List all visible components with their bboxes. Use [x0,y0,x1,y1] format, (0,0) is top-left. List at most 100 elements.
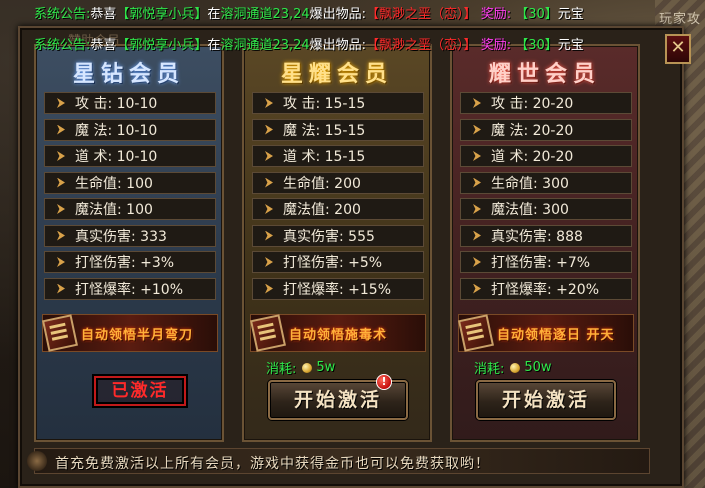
announce-location: 溶洞通道23,24 [220,7,310,22]
stat-text: 真实伤害: 333 [75,228,167,245]
tier-card-star-glory: 星耀会员 攻 击: 15-15 魔 法: 15-15 道 术: 15-15 生命… [242,44,432,442]
footer-text: 首充免费激活以上所有会员，游戏中获得金币也可以免费获取哟！ [55,456,490,472]
tier-title: 耀世会员 [488,61,601,87]
announce-player: 【郭悦享小兵】 [116,7,208,22]
cost-value: 50w [524,360,552,375]
arrow-icon [265,257,273,267]
stat-row: 攻 击: 15-15 [252,92,424,114]
arrow-icon [473,230,481,241]
stat-text: 打怪伤害: +5% [283,255,383,271]
stat-row: 打怪爆率: +10% [44,277,216,300]
arrow-icon [265,204,273,214]
coin-icon [510,362,521,373]
announce-verb: 恭喜 [90,7,117,22]
stat-row: 打怪爆率: +20% [460,277,632,300]
stat-row: 打怪伤害: +7% [460,251,632,273]
stat-row: 攻 击: 20-20 [460,92,632,114]
arrow-icon [473,204,481,214]
announce-reward-value: 【30】 [515,38,558,53]
arrow-icon [265,124,273,135]
announce-prefix: 系统公告: [34,38,91,53]
cost-value: 5w [316,360,336,375]
announce-currency: 元宝 [557,7,584,22]
activate-button[interactable]: 开始激活 [476,380,616,420]
stat-row: 生命值: 200 [252,171,424,194]
stat-row: 生命值: 100 [44,171,216,194]
stat-text: 魔法值: 100 [75,202,153,218]
skill-book-icon [458,314,494,352]
cost-label: 消耗: [474,362,505,377]
skill-book-icon [42,314,78,352]
arrow-icon [473,283,481,294]
stat-text: 道 术: 20-20 [491,149,574,165]
auto-skill-banner: 自动领悟逐日 开天 [458,314,634,352]
stat-text: 道 术: 10-10 [75,149,158,165]
scene-label: 玩家攻 [658,12,701,27]
stat-row: 道 术: 10-10 [44,145,216,167]
stat-row: 魔 法: 15-15 [252,118,424,141]
arrow-icon [57,204,65,214]
system-announcement: 系统公告:恭喜【郭悦享小兵】在溶洞通道23,24爆出物品:【飘渺之垩（恋）】 奖… [34,6,584,24]
announce-drop: 爆出物品: [309,38,367,53]
arrow-icon [473,98,481,108]
auto-skill-text: 自动领悟施毒术 [289,327,388,343]
arrow-icon [473,177,481,188]
stat-row: 魔法值: 100 [44,198,216,220]
auto-skill-banner: 自动领悟施毒术 [250,314,426,352]
stat-text: 生命值: 200 [283,175,361,192]
footer-bar: 首充免费激活以上所有会员，游戏中获得金币也可以免费获取哟！ [27,448,650,474]
stat-row: 魔法值: 300 [460,198,632,220]
arrow-icon [265,283,273,294]
arrow-icon [57,177,65,188]
cost-line: 消耗: 50w [474,358,552,377]
coin-icon [302,362,313,373]
arrow-icon [57,151,65,161]
announce-player: 【郭悦享小兵】 [116,38,208,53]
stat-row: 真实伤害: 333 [44,224,216,247]
stat-text: 攻 击: 10-10 [75,96,158,112]
announce-drop: 爆出物品: [309,7,367,22]
close-button[interactable]: ✕ [665,34,691,64]
announce-verb: 恭喜 [90,38,117,53]
arrow-icon [265,151,273,161]
stat-row: 攻 击: 10-10 [44,92,216,114]
announce-item: 【飘渺之垩（恋）】 [366,7,477,22]
arrow-icon [473,124,481,135]
stat-text: 道 术: 15-15 [283,149,366,165]
cost-label: 消耗: [266,362,297,377]
stat-list: 攻 击: 15-15 魔 法: 15-15 道 术: 15-15 生命值: 20… [252,92,424,304]
stat-text: 魔 法: 15-15 [283,122,366,139]
activated-stamp: 已激活 [94,376,186,406]
stat-row: 生命值: 300 [460,171,632,194]
stat-text: 打怪爆率: +15% [283,281,392,298]
tier-title: 星钻会员 [72,61,185,87]
stat-text: 真实伤害: 555 [283,228,375,245]
alert-icon: ! [376,374,392,390]
stat-row: 道 术: 15-15 [252,145,424,167]
stat-text: 生命值: 100 [75,175,153,192]
stat-text: 真实伤害: 888 [491,228,583,245]
stat-text: 魔 法: 20-20 [491,122,574,139]
arrow-icon [265,98,273,108]
cost-line: 消耗: 5w [266,358,335,377]
stat-row: 打怪伤害: +3% [44,251,216,273]
announce-location: 溶洞通道23,24 [220,38,310,53]
stat-row: 真实伤害: 555 [252,224,424,247]
ornament-icon [27,451,47,471]
stat-text: 生命值: 300 [491,175,569,192]
auto-skill-text: 自动领悟逐日 开天 [497,327,615,343]
arrow-icon [265,230,273,241]
stat-row: 魔法值: 200 [252,198,424,220]
stat-list: 攻 击: 20-20 魔 法: 20-20 道 术: 20-20 生命值: 30… [460,92,632,304]
auto-skill-text: 自动领悟半月弯刀 [81,327,194,343]
skill-book-icon [250,314,286,352]
arrow-icon [57,124,65,135]
stat-list: 攻 击: 10-10 魔 法: 10-10 道 术: 10-10 生命值: 10… [44,92,216,304]
arrow-icon [265,177,273,188]
arrow-icon [57,230,65,241]
stat-text: 打怪伤害: +3% [75,255,175,271]
tier-card-star-diamond: 星钻会员 攻 击: 10-10 魔 法: 10-10 道 术: 10-10 生命… [34,44,224,442]
announce-reward-label: 奖励: [480,38,512,53]
stat-row: 真实伤害: 888 [460,224,632,247]
arrow-icon [57,283,65,294]
